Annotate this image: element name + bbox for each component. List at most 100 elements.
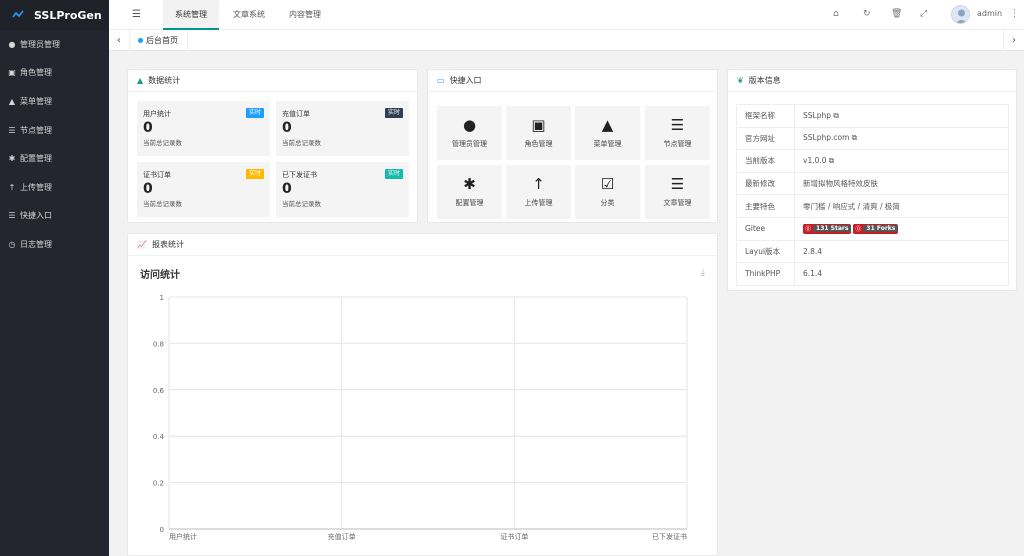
id-card-icon: ▣: [531, 116, 546, 134]
fullscreen-icon[interactable]: ⤢: [920, 9, 927, 19]
sidebar-item-label: 日志管理: [20, 239, 52, 249]
table-row: 官方网址 SSLphp.com ⧉: [736, 126, 1009, 151]
x-tick-label: 已下发证书: [652, 532, 687, 541]
quick-item-menu[interactable]: ▲ 菜单管理: [575, 106, 640, 160]
quick-card-title: 快捷入口: [449, 76, 482, 85]
sidebar-item-role[interactable]: ▣ 角色管理: [0, 59, 109, 88]
gitee-stars-badge[interactable]: ⓪ 131 Stars: [803, 223, 852, 234]
quick-item-label: 分类: [600, 199, 615, 207]
copy-icon[interactable]: ⧉: [852, 133, 857, 142]
sidebar-item-label: 上传管理: [20, 182, 52, 192]
trash-icon[interactable]: 🗑: [891, 9, 902, 19]
sidebar-item-shortcut[interactable]: ☰ 快捷入口: [0, 202, 109, 231]
version-key: 最新修改: [736, 171, 795, 196]
sidebar-item-label: 配置管理: [20, 154, 52, 164]
version-value-cell: v1.0.0 ⧉: [794, 149, 1009, 173]
stat-user: 用户统计 0 当前总记录数 实时: [137, 101, 270, 156]
calendar-check-icon: ☑: [600, 175, 615, 193]
table-row: 框架名称 SSLphp ⧉: [736, 104, 1009, 128]
version-value: v1.0.0: [803, 155, 827, 165]
quick-entry-card: ▭ 快捷入口 ● 管理员管理 ▣ 角色管理 ▲ 菜单管理 ☰ 节点管理 ✱ 配置…: [427, 69, 718, 223]
id-card-icon: ▣: [8, 68, 16, 78]
quick-item-role[interactable]: ▣ 角色管理: [506, 106, 571, 160]
y-tick-label: 0.4: [153, 433, 165, 441]
report-card: 📈 报表统计 访问统计 ⤓ 0 0.2 0.4 0.6 0.8 1 用户统计 充值订单 证书订单…: [127, 233, 718, 556]
clock-icon: ◷: [8, 239, 16, 249]
stat-recharge: 充值订单 0 当前总记录数 实时: [276, 101, 409, 156]
stats-card-header: ▲ 数据统计: [128, 70, 417, 92]
version-value-cell: SSLphp ⧉: [794, 104, 1009, 128]
quick-item-upload[interactable]: ↑ 上传管理: [506, 165, 571, 219]
version-key: 当前版本: [736, 149, 795, 173]
tab-article[interactable]: 文章系统: [233, 0, 265, 30]
stat-value: 0: [282, 120, 292, 136]
version-table: 框架名称 SSLphp ⧉ 官方网址 SSLphp.com ⧉ 当前版本 v1.…: [736, 104, 1009, 286]
y-tick-label: 0: [160, 526, 164, 534]
quick-item-label: 管理员管理: [452, 140, 487, 148]
version-value: 新增拟物风格特效皮肤: [794, 171, 1009, 196]
tree-icon: ▲: [601, 116, 614, 134]
version-card: ❦ 版本信息 框架名称 SSLphp ⧉ 官方网址 SSLphp.com ⧉ 当…: [727, 69, 1017, 291]
version-value[interactable]: SSLphp.com: [803, 133, 849, 142]
refresh-icon[interactable]: ↻: [863, 9, 871, 19]
sidebar-item-label: 菜单管理: [20, 96, 52, 106]
user-icon: ●: [462, 116, 477, 134]
quick-item-article[interactable]: ☰ 文章管理: [645, 165, 710, 219]
quick-item-label: 角色管理: [524, 140, 553, 148]
quick-card-header: ▭ 快捷入口: [428, 70, 717, 92]
active-dot-icon: [138, 38, 143, 43]
quick-item-label: 菜单管理: [593, 140, 622, 148]
user-name[interactable]: admin: [977, 9, 1002, 18]
quick-item-admin[interactable]: ● 管理员管理: [437, 106, 502, 160]
gitee-logo-icon: ⓪: [853, 224, 864, 234]
avatar[interactable]: [951, 5, 970, 24]
more-vertical-icon[interactable]: ⋮: [1010, 9, 1019, 19]
tab-scroll-left-icon[interactable]: ‹: [109, 30, 130, 51]
stat-value: 0: [143, 120, 153, 136]
quick-item-label: 文章管理: [663, 199, 692, 207]
app-logo[interactable]: SSLProGen: [0, 0, 109, 30]
sidebar-item-config[interactable]: ✱ 配置管理: [0, 144, 109, 173]
sidebar-item-log[interactable]: ◷ 日志管理: [0, 230, 109, 259]
sidebar-item-node[interactable]: ☰ 节点管理: [0, 116, 109, 145]
stat-cert-issued: 已下发证书 0 当前总记录数 实时: [276, 162, 409, 217]
asterisk-icon: ✱: [463, 175, 476, 193]
quick-item-config[interactable]: ✱ 配置管理: [437, 165, 502, 219]
tree-icon: ▲: [8, 96, 16, 106]
gitee-forks: 31 Forks: [863, 225, 899, 233]
tab-scroll-right-icon[interactable]: ›: [1003, 30, 1024, 51]
stats-card-title: 数据统计: [148, 76, 181, 85]
table-row: Layui版本 2.8.4: [736, 239, 1009, 264]
list-icon: ☰: [670, 116, 685, 134]
copy-icon[interactable]: ⧉: [833, 111, 838, 120]
copy-icon[interactable]: ⧉: [829, 156, 834, 165]
sidebar-item-admin[interactable]: ● 管理员管理: [0, 30, 109, 59]
version-value-cell: SSLphp.com ⧉: [794, 126, 1009, 151]
version-key: Layui版本: [736, 239, 795, 264]
line-chart-icon: 📈: [137, 240, 147, 249]
sidebar: SSLProGen ● 管理员管理 ▣ 角色管理 ▲ 菜单管理 ☰ 节点管理 ✱…: [0, 0, 109, 556]
list-icon: ☰: [670, 175, 685, 193]
visit-chart: 0 0.2 0.4 0.6 0.8 1 用户统计 充值订单 证书订单 已下发证书: [153, 294, 688, 541]
sidebar-item-label: 快捷入口: [20, 211, 52, 221]
status-badge: 实时: [384, 169, 403, 179]
table-row: ThinkPHP 6.1.4: [736, 262, 1009, 286]
tab-system[interactable]: 系统管理: [163, 0, 219, 30]
stat-sub: 当前总记录数: [282, 139, 321, 147]
sidebar-item-upload[interactable]: ↑ 上传管理: [0, 173, 109, 202]
version-key: 主要特色: [736, 194, 795, 218]
quick-item-node[interactable]: ☰ 节点管理: [645, 106, 710, 160]
logo-wave-icon: [12, 10, 24, 18]
report-card-title: 报表统计: [151, 240, 184, 249]
tab-content[interactable]: 内容管理: [289, 0, 321, 30]
quick-item-category[interactable]: ☑ 分类: [575, 165, 640, 219]
arrow-up-icon: ↑: [8, 182, 16, 192]
menu-toggle-icon[interactable]: ☰: [132, 9, 141, 20]
x-tick-label: 用户统计: [169, 532, 197, 541]
gitee-forks-badge[interactable]: ⓪ 31 Forks: [853, 223, 899, 234]
home-icon[interactable]: ⌂: [833, 9, 839, 19]
version-card-title: 版本信息: [748, 76, 781, 85]
tab-home[interactable]: 后台首页: [131, 30, 188, 51]
version-card-header: ❦ 版本信息: [728, 70, 1016, 92]
sidebar-item-menu[interactable]: ▲ 菜单管理: [0, 87, 109, 116]
